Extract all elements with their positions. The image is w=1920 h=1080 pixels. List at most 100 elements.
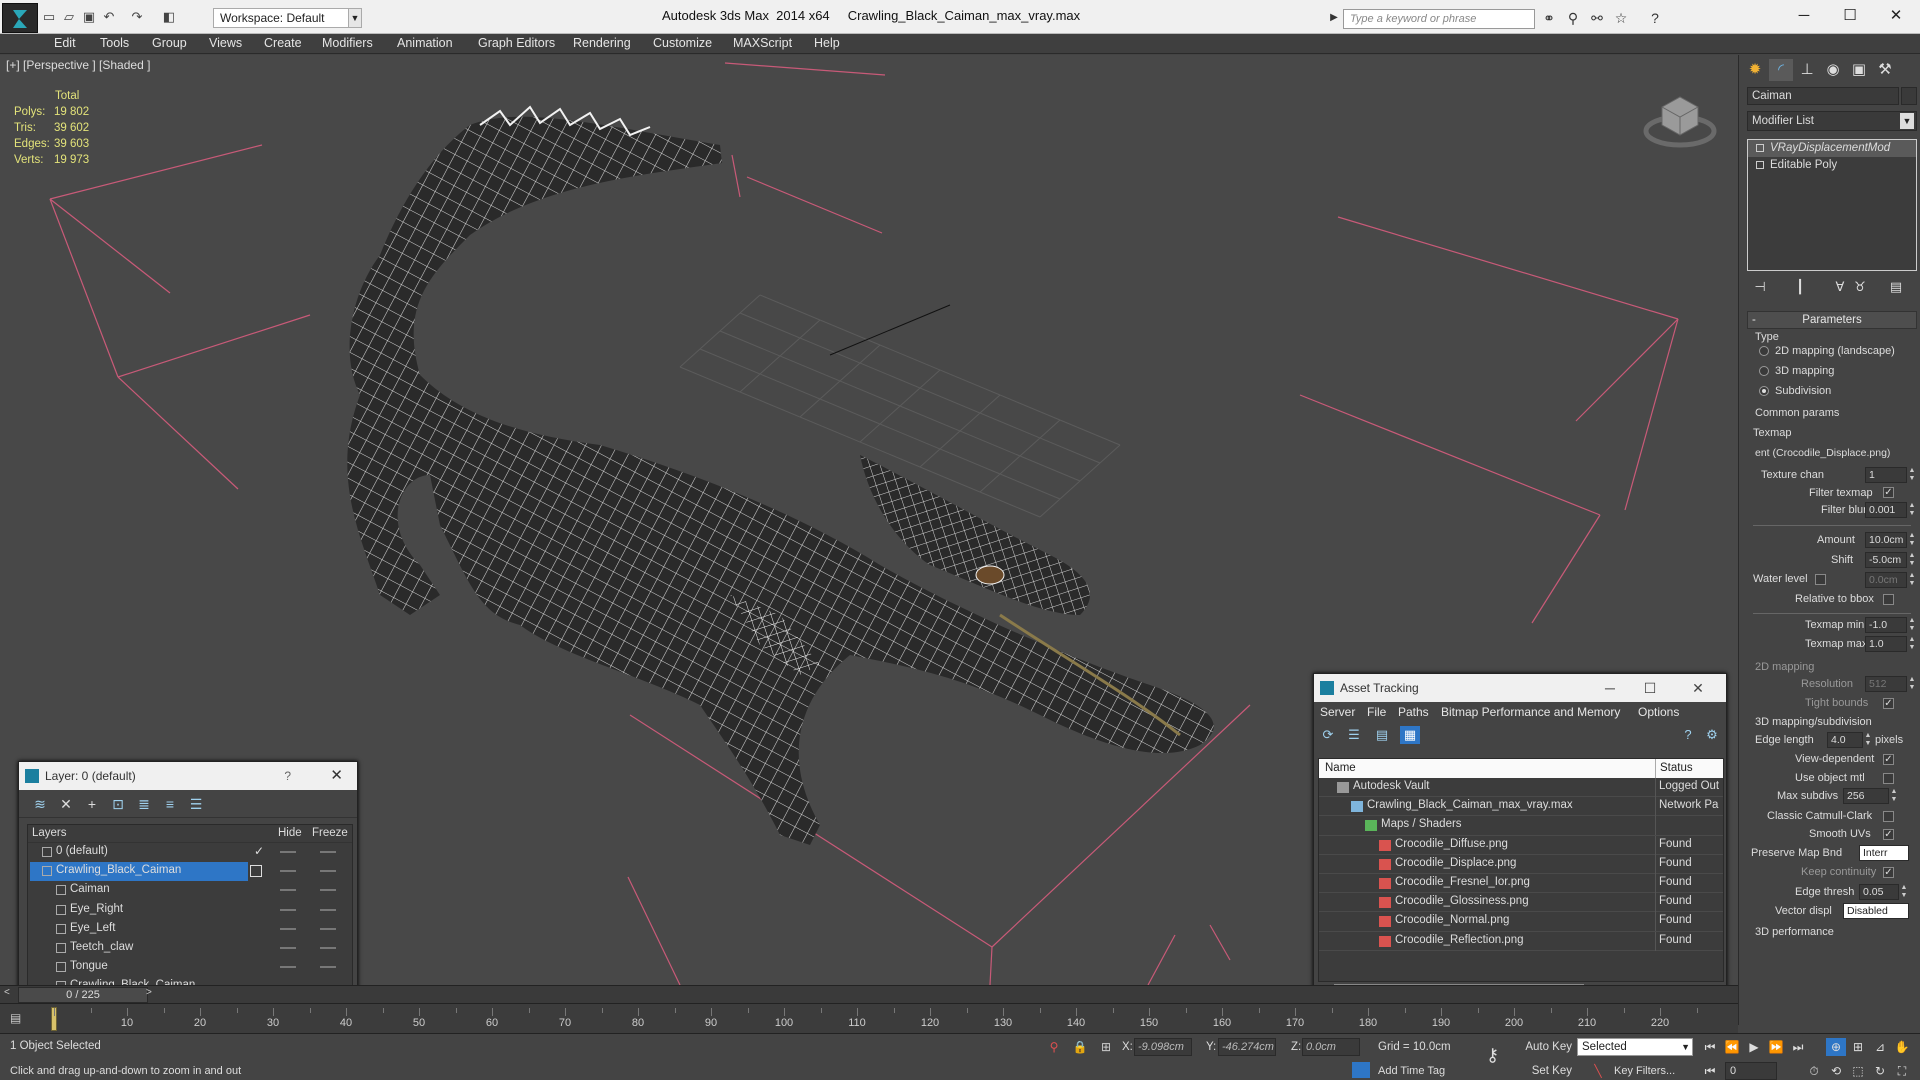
asset-menu-server[interactable]: Server — [1320, 705, 1355, 719]
menu-animation[interactable]: Animation — [397, 36, 453, 50]
thumbnail-view-icon[interactable]: ▤ — [1372, 726, 1392, 744]
create-layer-icon[interactable]: ≋ — [29, 794, 51, 814]
menu-views[interactable]: Views — [209, 36, 242, 50]
radio-2d-mapping[interactable] — [1759, 346, 1769, 356]
preserve-map-dropdown[interactable]: Interr — [1859, 845, 1909, 861]
set-key-button[interactable]: Set Key — [1520, 1062, 1576, 1080]
layer-row[interactable]: Crawling_Black_Caiman — [28, 977, 352, 985]
highlight-layer-icon[interactable]: ≣ — [133, 794, 155, 814]
asset-menu-options[interactable]: Options — [1638, 705, 1679, 719]
column-separator[interactable] — [1655, 759, 1656, 778]
modify-tab-icon[interactable]: ◜ — [1769, 59, 1793, 81]
freeze-toggle[interactable] — [320, 851, 336, 853]
new-file-icon[interactable]: ▭ — [40, 9, 58, 25]
texmap-min-input[interactable]: -1.0 — [1865, 617, 1907, 633]
display-tab-icon[interactable]: ▣ — [1847, 59, 1871, 81]
asset-options-icon[interactable]: ⚙ — [1702, 726, 1722, 744]
keep-continuity-checkbox[interactable]: ✓ — [1883, 867, 1894, 878]
filter-texmap-checkbox[interactable]: ✓ — [1883, 487, 1894, 498]
binoculars-icon[interactable]: ⚭ — [1540, 10, 1558, 26]
radio-subdivision[interactable] — [1759, 386, 1769, 396]
max-subdivs-input[interactable]: 256 — [1843, 788, 1889, 804]
amount-input[interactable]: 10.0cm — [1865, 532, 1907, 548]
menu-maxscript[interactable]: MAXScript — [733, 36, 792, 50]
isolate-selection-icon[interactable]: ⚲ — [1046, 1039, 1062, 1055]
asset-row[interactable]: Crocodile_Displace.png Found — [1319, 854, 1723, 874]
next-key-icon[interactable]: ⏩ — [1766, 1038, 1786, 1056]
current-layer-check-icon[interactable]: ✓ — [254, 844, 264, 858]
undo-icon[interactable]: ↶ — [100, 9, 118, 25]
maximize-icon[interactable]: ☐ — [1828, 4, 1872, 28]
layer-row[interactable]: Crawling_Black_Caiman — [28, 862, 352, 882]
asset-row[interactable]: Crocodile_Fresnel_Ior.png Found — [1319, 873, 1723, 894]
filter-blur-input[interactable]: 0.001 — [1865, 502, 1907, 518]
hierarchy-tab-icon[interactable]: ⊥ — [1795, 59, 1819, 81]
walkthrough-icon[interactable]: ⬚ — [1848, 1062, 1868, 1080]
viewcube-icon[interactable] — [1640, 85, 1720, 155]
previous-key-icon[interactable]: ⏪ — [1722, 1038, 1742, 1056]
refresh-icon[interactable]: ⟳ — [1318, 726, 1338, 744]
use-object-mtl-checkbox[interactable] — [1883, 773, 1894, 784]
col-name[interactable]: Name — [1325, 762, 1356, 774]
favorites-star-icon[interactable]: ☆ — [1612, 10, 1630, 26]
spinner-icon[interactable]: ▲ ▼ — [1908, 617, 1916, 633]
help-icon[interactable]: ? — [1646, 10, 1664, 26]
freeze-toggle[interactable] — [320, 946, 336, 949]
y-coordinate-field[interactable]: -46.274cm — [1218, 1038, 1276, 1056]
menu-group[interactable]: Group — [152, 36, 187, 50]
asset-help-icon[interactable]: ? — [1678, 726, 1698, 744]
hide-toggle[interactable] — [280, 908, 296, 911]
spinner-icon[interactable]: ▲ ▼ — [1908, 532, 1916, 548]
edge-length-input[interactable]: 4.0 — [1827, 732, 1863, 748]
time-slider-thumb[interactable]: 0 / 225 — [18, 987, 148, 1003]
auto-key-button[interactable]: Auto Key — [1520, 1038, 1576, 1056]
texture-chan-input[interactable]: 1 — [1865, 467, 1907, 483]
hide-toggle[interactable] — [280, 889, 296, 892]
resolution-input[interactable]: 512 — [1865, 676, 1907, 692]
hide-toggle[interactable] — [280, 946, 296, 949]
redo-icon[interactable]: ↷ — [128, 9, 146, 25]
remove-modifier-icon[interactable]: ♉ — [1851, 279, 1869, 297]
asset-menu-paths[interactable]: Paths — [1398, 705, 1429, 719]
menu-create[interactable]: Create — [264, 36, 302, 50]
key-mode-dropdown[interactable]: Selected ▼ — [1577, 1038, 1693, 1056]
select-objects-icon[interactable]: ⊡ — [107, 794, 129, 814]
workspace-dropdown[interactable]: Workspace: Default — [213, 8, 361, 28]
radio-3d-mapping[interactable] — [1759, 366, 1769, 376]
spinner-icon[interactable]: ▲ ▼ — [1908, 467, 1916, 483]
spinner-icon[interactable]: ▲ ▼ — [1908, 502, 1916, 518]
col-status[interactable]: Status — [1660, 762, 1693, 774]
layer-row[interactable]: Eye_Right — [28, 901, 352, 920]
selection-lock-icon[interactable]: 🔒 — [1072, 1039, 1088, 1055]
absolute-mode-icon[interactable]: ⊞ — [1098, 1039, 1114, 1055]
asset-row[interactable]: Crawling_Black_Caiman_max_vray.max Networ… — [1319, 797, 1723, 817]
x-coordinate-field[interactable]: -9.098cm — [1134, 1038, 1192, 1056]
table-view-icon[interactable]: ▦ — [1400, 726, 1420, 744]
pin-stack-icon[interactable]: ⊣ — [1751, 279, 1769, 297]
texmap-max-input[interactable]: 1.0 — [1865, 636, 1907, 652]
freeze-toggle[interactable] — [320, 870, 336, 873]
spinner-icon[interactable]: ▲ ▼ — [1908, 552, 1916, 568]
list-view-icon[interactable]: ☰ — [1344, 726, 1364, 744]
vector-displ-dropdown[interactable]: Disabled — [1843, 903, 1909, 919]
spinner-icon[interactable]: ▲ ▼ — [1908, 572, 1916, 588]
workspace-menu-button[interactable]: ▼ — [348, 8, 362, 28]
subscription-icon[interactable]: ⚲ — [1564, 10, 1582, 26]
z-coordinate-field[interactable]: 0.0cm — [1302, 1038, 1360, 1056]
delete-layer-icon[interactable]: ✕ — [55, 794, 77, 814]
current-frame-field[interactable]: 0 — [1725, 1062, 1777, 1080]
smooth-uvs-checkbox[interactable]: ✓ — [1883, 829, 1894, 840]
hide-toggle[interactable] — [280, 870, 296, 873]
go-to-start-icon[interactable]: ⏮ — [1700, 1038, 1720, 1056]
asset-tracking-dialog[interactable]: Asset Tracking ─ ☐ ✕ Server File Paths B… — [1313, 673, 1727, 985]
hide-toggle[interactable] — [280, 851, 296, 853]
asset-row[interactable]: Crocodile_Diffuse.png Found — [1319, 835, 1723, 855]
close-icon[interactable]: ✕ — [1678, 674, 1718, 702]
parameters-rollout-header[interactable]: - Parameters — [1747, 311, 1917, 329]
search-expand-icon[interactable]: ▶ — [1325, 10, 1343, 26]
time-config-icon[interactable]: ⏱ — [1804, 1062, 1824, 1080]
freeze-toggle[interactable] — [320, 908, 336, 911]
key-filters-button[interactable]: Key Filters... — [1614, 1065, 1675, 1077]
open-file-icon[interactable]: ▱ — [60, 9, 78, 25]
minimize-icon[interactable]: ─ — [1590, 674, 1630, 702]
